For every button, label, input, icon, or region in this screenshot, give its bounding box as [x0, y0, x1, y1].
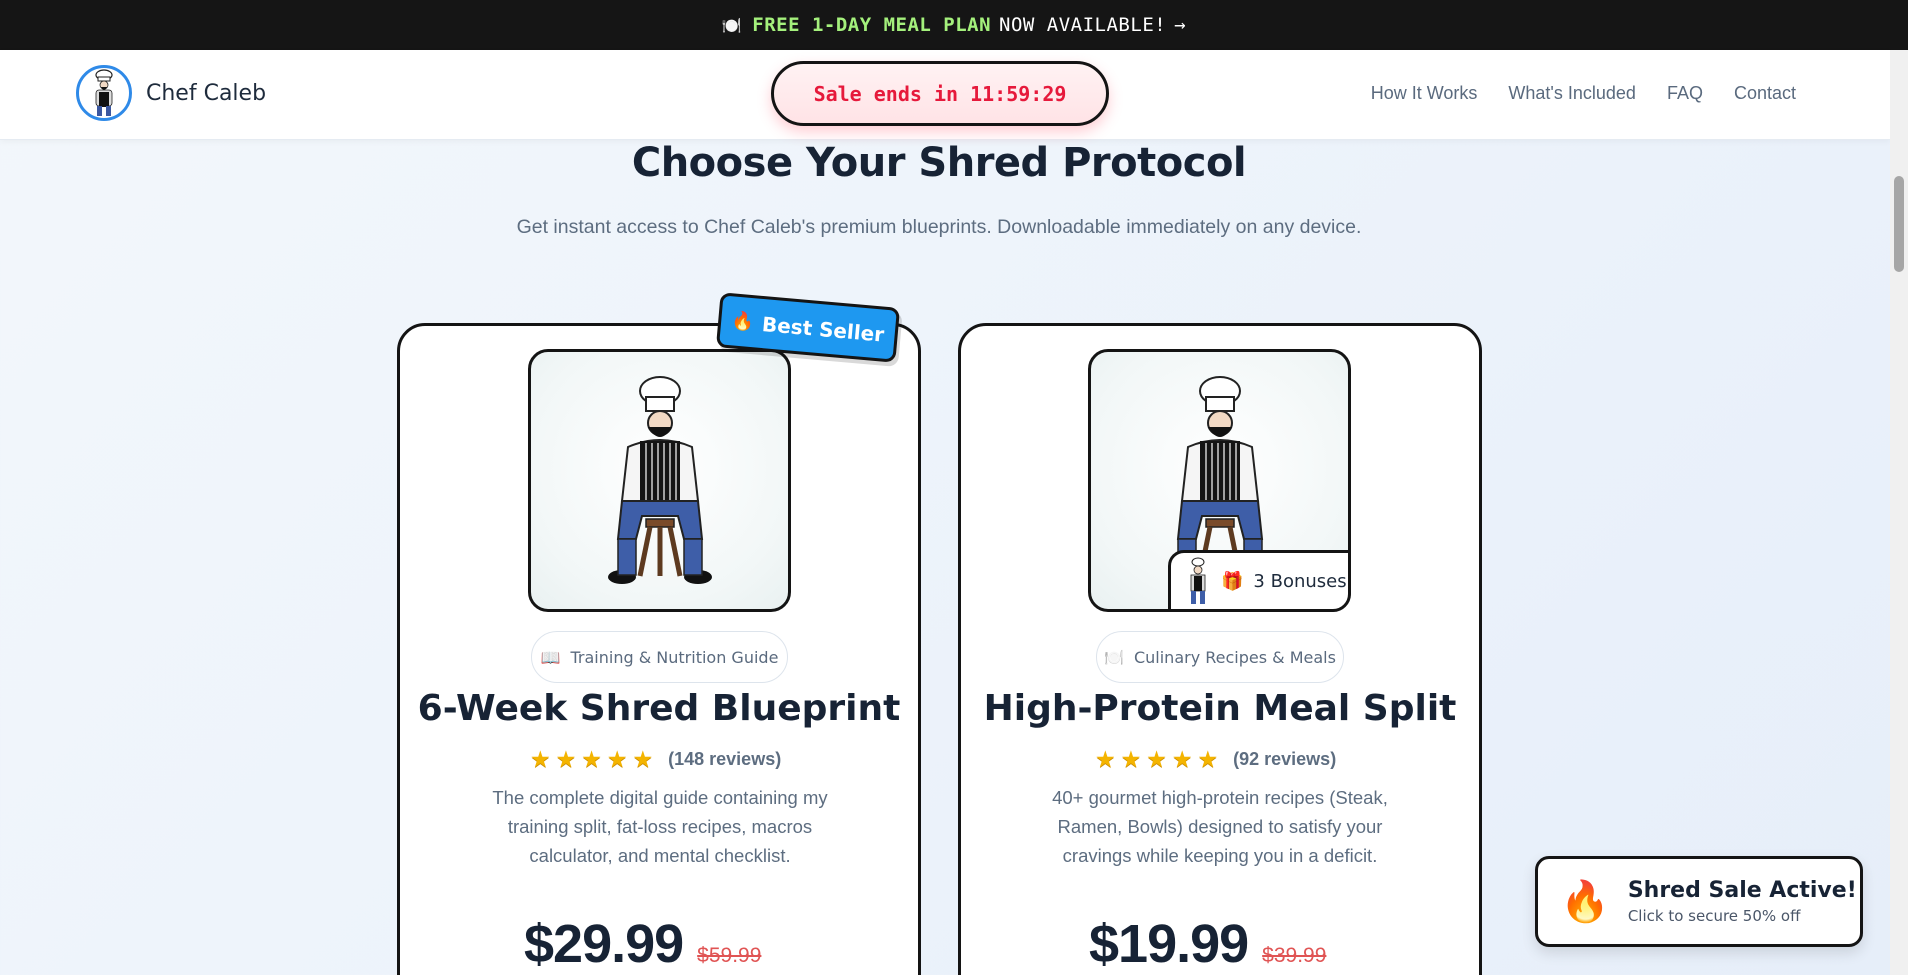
product-title[interactable]: High-Protein Meal Split — [961, 688, 1479, 729]
category-pill: 📖 Training & Nutrition Guide — [531, 631, 788, 683]
current-price: $29.99 — [524, 914, 684, 974]
gift-icon: 🎁 — [1221, 570, 1244, 592]
section-subtitle: Get instant access to Chef Caleb's premi… — [516, 216, 1362, 238]
scrollbar-thumb[interactable] — [1894, 176, 1904, 272]
chef-avatar-icon — [76, 65, 132, 121]
category-label: Training & Nutrition Guide — [570, 647, 779, 667]
star-icon: ★ — [1120, 746, 1142, 772]
section-title: Choose Your Shred Protocol — [631, 140, 1247, 186]
vertical-scrollbar[interactable] — [1890, 50, 1908, 975]
price: $19.99 $39.99 — [1089, 913, 1326, 975]
toast-subtitle: Click to secure 50% off — [1627, 907, 1801, 925]
fire-icon: 🔥 — [730, 310, 756, 334]
bonus-tag: 🎁 3 Bonuses — [1168, 550, 1351, 612]
chef-illustration-icon — [607, 375, 712, 584]
brand-name: Chef Caleb — [146, 80, 267, 106]
product-description: 40+ gourmet high-protein recipes (Steak,… — [1052, 787, 1388, 866]
review-count: (92 reviews) — [1233, 749, 1337, 769]
announcement-bar[interactable]: 🍽️ FREE 1-DAY MEAL PLAN NOW AVAILABLE! → — [0, 0, 1908, 50]
nav-faq[interactable]: FAQ — [1667, 83, 1703, 104]
star-icon: ★ — [1095, 746, 1116, 772]
site-header: Chef Caleb Sale ends in 11:59:29 How It … — [0, 50, 1890, 140]
price: $29.99 $59.99 — [524, 913, 761, 975]
mini-chef-icon — [1190, 557, 1206, 604]
rating: ★ ★ ★ ★ ★ (148 reviews) — [530, 746, 781, 773]
book-icon: 📖 — [540, 647, 561, 667]
rating: ★ ★ ★ ★ ★ (92 reviews) — [1095, 746, 1336, 773]
bonus-label: 3 Bonuses — [1253, 570, 1347, 592]
star-icon: ★ — [555, 746, 577, 772]
product-title[interactable]: 6-Week Shred Blueprint — [400, 688, 918, 729]
star-icon: ★ — [632, 746, 654, 772]
sale-toast[interactable]: 🔥 Shred Sale Active! Click to secure 50%… — [1535, 856, 1863, 947]
star-icon: ★ — [1171, 746, 1193, 772]
sale-countdown: Sale ends in 11:59:29 — [771, 61, 1109, 126]
plate-icon: 🍽️ — [721, 15, 743, 35]
category-pill: 🍽️ Culinary Recipes & Meals — [1096, 631, 1344, 683]
category-label: Culinary Recipes & Meals — [1133, 647, 1336, 667]
current-price: $19.99 — [1089, 914, 1249, 974]
nav-contact[interactable]: Contact — [1734, 83, 1796, 104]
main-nav: How It Works What's Included FAQ Contact — [1371, 83, 1796, 104]
toast-title: Shred Sale Active! — [1627, 878, 1857, 903]
star-icon: ★ — [1197, 746, 1219, 772]
star-icon: ★ — [530, 746, 551, 772]
best-seller-label: Best Seller — [761, 311, 886, 347]
product-description: The complete digital guide containing my… — [492, 787, 828, 866]
star-icon: ★ — [581, 746, 602, 772]
nav-whats-included[interactable]: What's Included — [1508, 83, 1636, 104]
brand-logo-link[interactable]: Chef Caleb — [76, 65, 266, 121]
original-price: $59.99 — [697, 944, 762, 967]
product-image-chef — [528, 349, 791, 612]
arrow-right-icon: → — [1174, 14, 1187, 36]
nav-how-it-works[interactable]: How It Works — [1371, 83, 1478, 104]
star-icon: ★ — [1146, 746, 1167, 772]
flame-icon: 🔥 — [1560, 880, 1610, 924]
plate-icon: 🍽️ — [1104, 647, 1124, 667]
star-icon: ★ — [606, 746, 628, 772]
original-price: $39.99 — [1262, 944, 1327, 967]
review-count: (148 reviews) — [668, 749, 782, 769]
announcement-highlight: FREE 1-DAY MEAL PLAN — [752, 14, 992, 36]
announcement-text: NOW AVAILABLE! — [999, 14, 1167, 36]
